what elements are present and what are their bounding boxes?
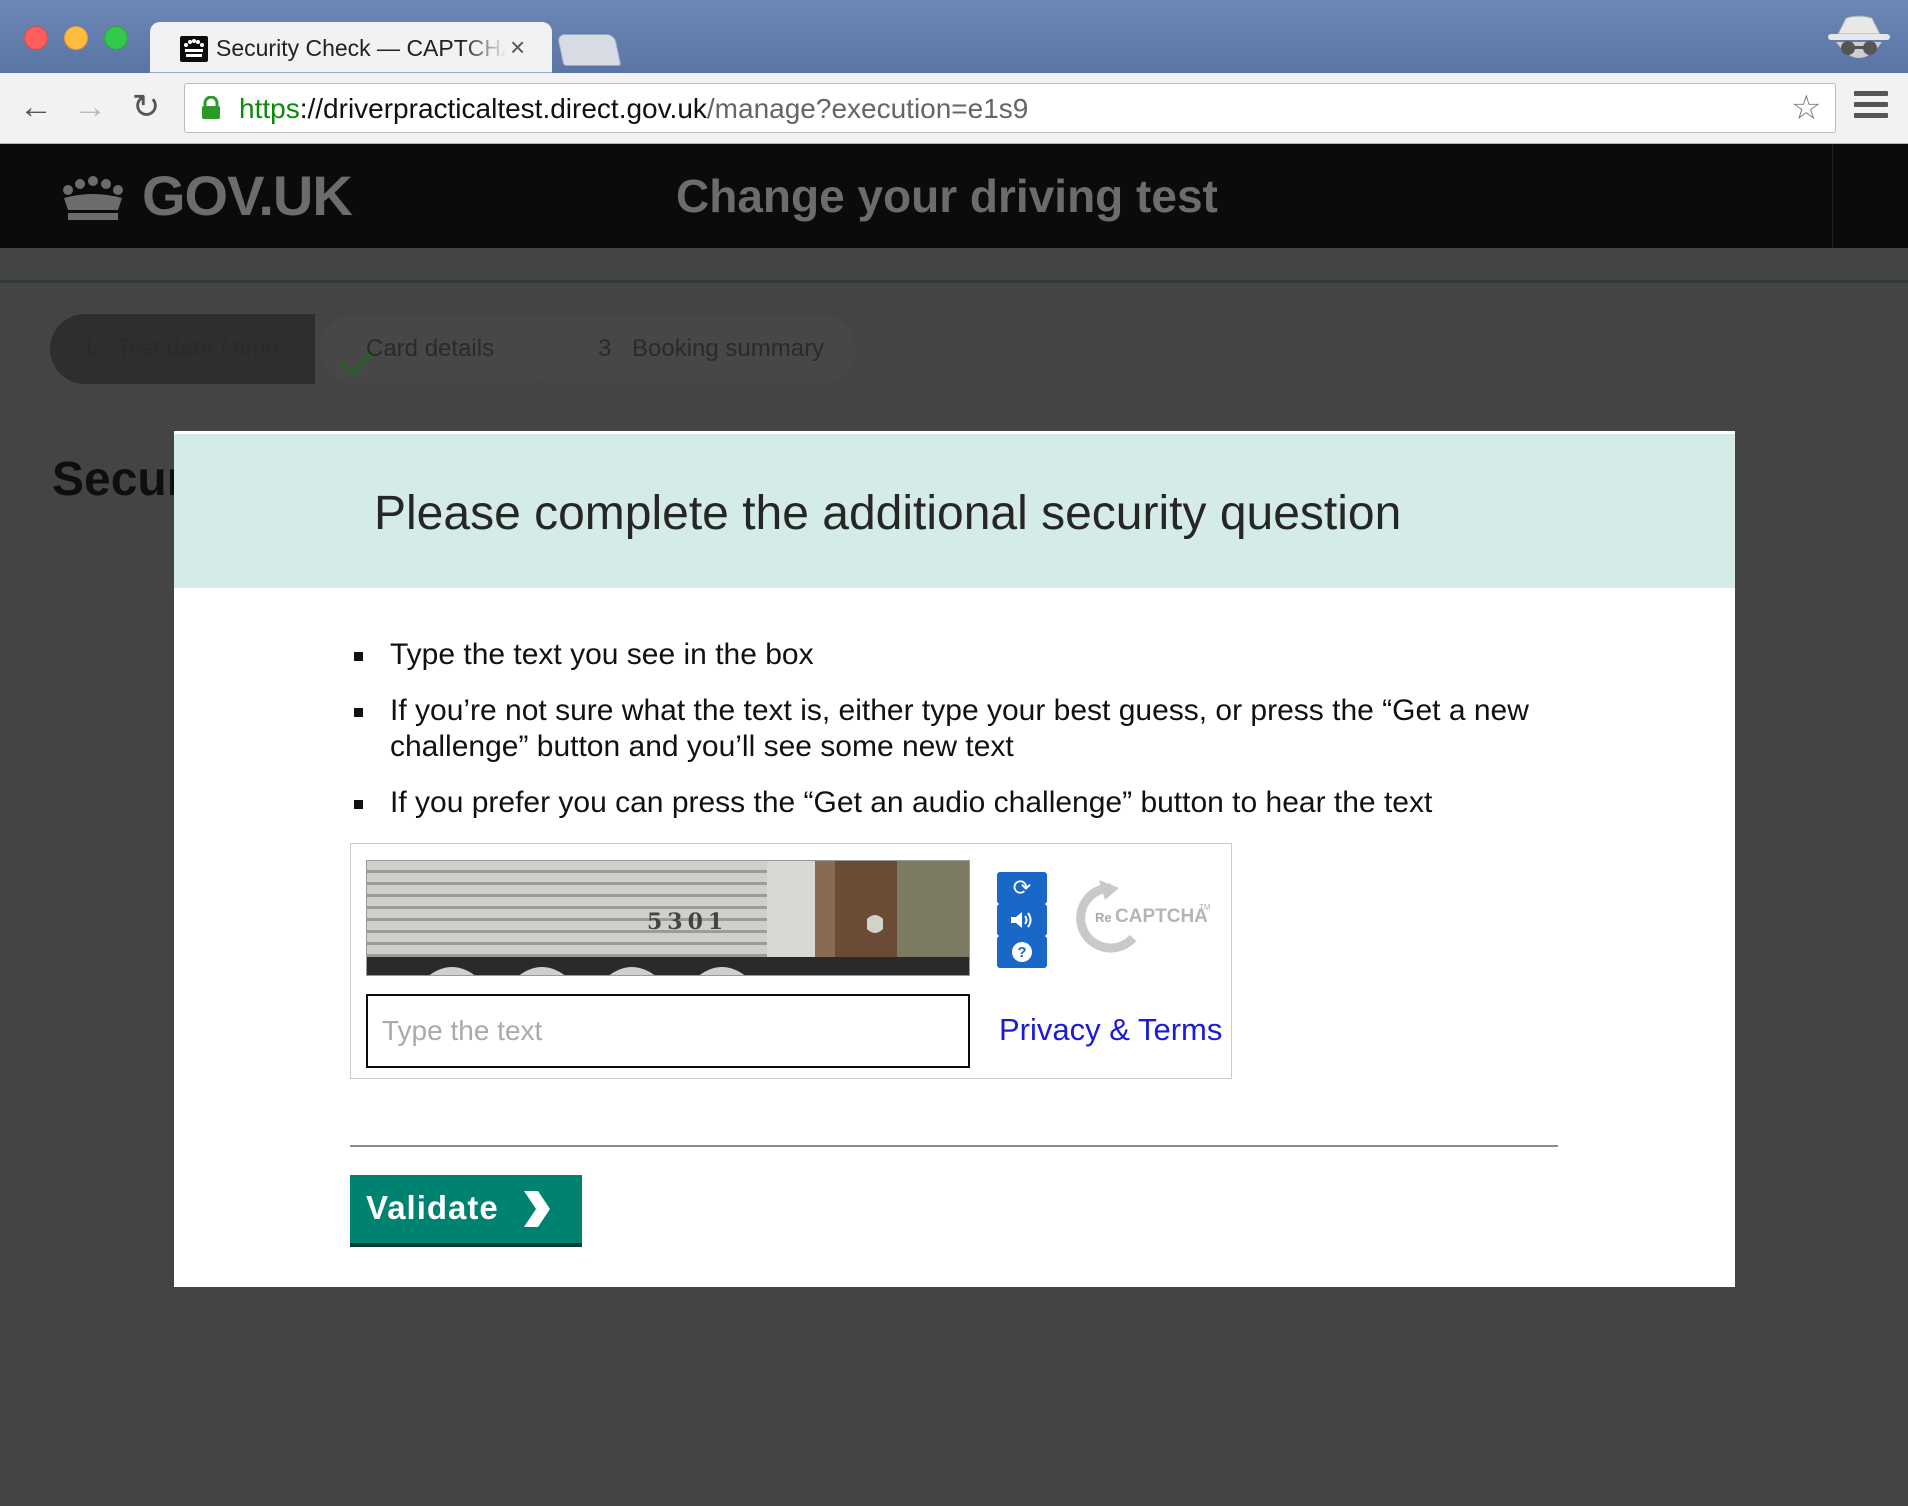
new-tab-button[interactable] — [556, 34, 622, 66]
instruction-item: Type the text you see in the box — [354, 637, 1554, 673]
instruction-item: If you’re not sure what the text is, eit… — [354, 693, 1554, 765]
refresh-challenge-icon[interactable]: ⟳ — [997, 872, 1047, 904]
reload-icon[interactable]: ↻ — [126, 87, 166, 127]
bookmark-star-icon[interactable]: ☆ — [1791, 90, 1821, 126]
back-arrow-icon[interactable]: ← — [16, 87, 56, 127]
captcha-text-input[interactable] — [366, 994, 970, 1068]
page-rule — [0, 280, 1908, 283]
header-divider — [1832, 144, 1833, 248]
audio-challenge-icon[interactable] — [997, 904, 1047, 936]
url-path: /manage?execution=e1s9 — [706, 93, 1029, 124]
instruction-list: Type the text you see in the box If you’… — [354, 637, 1554, 841]
govuk-favicon-icon — [180, 36, 208, 62]
svg-text:TM: TM — [1199, 903, 1211, 912]
step-label: Test date / time — [116, 335, 279, 362]
url-scheme: https — [239, 93, 300, 124]
recaptcha-logo: Re CAPTCHA TM — [1071, 876, 1221, 958]
address-bar[interactable]: https://driverpracticaltest.direct.gov.u… — [184, 83, 1836, 133]
govuk-logo-text: GOV.UK — [142, 164, 353, 227]
browser-titlebar: Security Check — CAPTCHA × — [0, 0, 1908, 73]
hamburger-menu-icon[interactable] — [1854, 91, 1888, 123]
modal-header: Please complete the additional security … — [174, 431, 1735, 588]
forward-arrow-icon[interactable]: → — [70, 87, 110, 127]
modal-title: Please complete the additional security … — [374, 487, 1402, 540]
svg-text:CAPTCHA: CAPTCHA — [1115, 906, 1208, 927]
captcha-image-text: 5301 — [647, 909, 728, 935]
privacy-terms-link[interactable]: Privacy & Terms — [999, 1012, 1222, 1048]
url-text: https://driverpracticaltest.direct.gov.u… — [239, 93, 1028, 125]
section-divider — [350, 1145, 1558, 1147]
recaptcha-widget: 5301 ⟳ ? Re CAPTCHA TM Privacy & Terms — [350, 843, 1232, 1079]
chevron-right-icon — [518, 1189, 552, 1229]
captcha-image: 5301 — [366, 860, 970, 976]
lock-icon — [201, 95, 221, 120]
window-close-button[interactable] — [24, 26, 48, 50]
step-number: 3 — [598, 335, 612, 362]
step-booking-summary: 3 Booking summary — [516, 314, 856, 384]
window-minimize-button[interactable] — [64, 26, 88, 50]
svg-text:?: ? — [1017, 944, 1026, 961]
service-name[interactable]: Change your driving test — [676, 164, 1218, 228]
tab-title: Security Check — CAPTCHA — [216, 35, 506, 61]
url-host: ://driverpracticaltest.direct.gov.uk — [299, 93, 707, 124]
browser-toolbar: ← → ↻ https://driverpracticaltest.direct… — [0, 73, 1908, 144]
tab-close-icon[interactable]: × — [510, 32, 525, 63]
page-heading: Secur — [52, 453, 186, 506]
svg-text:Re: Re — [1095, 910, 1112, 925]
browser-tab-active[interactable]: Security Check — CAPTCHA × — [150, 22, 552, 73]
step-label: Booking summary — [632, 335, 825, 362]
window-maximize-button[interactable] — [104, 26, 128, 50]
help-icon[interactable]: ? — [997, 936, 1047, 968]
step-test-date-time: 1 Test date / time — [50, 314, 315, 384]
crown-icon — [60, 176, 126, 222]
security-question-modal: Please complete the additional security … — [174, 431, 1735, 1287]
validate-label: Validate — [366, 1189, 499, 1226]
incognito-icon — [1824, 12, 1894, 70]
validate-button[interactable]: Validate — [350, 1175, 582, 1247]
step-label: Card details — [366, 335, 495, 362]
step-number: 1 — [82, 335, 96, 362]
govuk-header: GOV.UK Change your driving test — [0, 144, 1908, 248]
instruction-item: If you prefer you can press the “Get an … — [354, 785, 1554, 821]
